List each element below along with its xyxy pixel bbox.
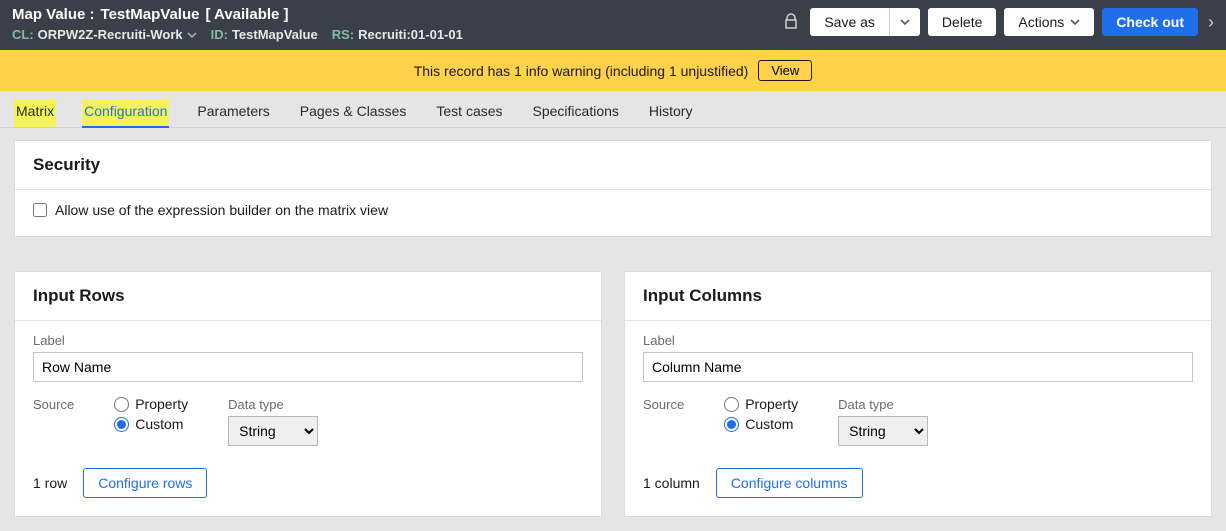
- tab-parameters[interactable]: Parameters: [195, 99, 271, 127]
- security-title: Security: [15, 141, 1211, 190]
- rs-label: RS:: [332, 27, 354, 42]
- cl-label: CL:: [12, 27, 34, 42]
- cols-datatype-select[interactable]: String: [838, 416, 928, 446]
- cols-radio-custom[interactable]: Custom: [724, 416, 798, 432]
- rows-radio-property-input[interactable]: [114, 397, 129, 412]
- rows-label-input[interactable]: [33, 352, 583, 382]
- header-actions: Save as Delete Actions Check out ›: [780, 6, 1214, 36]
- cols-source-row: Source Property Custom Data type: [643, 396, 1193, 446]
- tab-test-cases[interactable]: Test cases: [434, 99, 504, 127]
- cols-datatype-label: Data type: [838, 397, 894, 412]
- tab-configuration[interactable]: Configuration: [82, 99, 169, 127]
- rows-source-radios: Property Custom: [114, 396, 188, 432]
- id-label: ID:: [211, 27, 228, 42]
- tab-history[interactable]: History: [647, 99, 695, 127]
- configure-rows-button[interactable]: Configure rows: [83, 468, 207, 498]
- cl-group[interactable]: CL: ORPW2Z-Recruiti-Work: [12, 27, 197, 42]
- save-as-button[interactable]: Save as: [810, 8, 889, 36]
- header-meta: CL: ORPW2Z-Recruiti-Work ID: TestMapValu…: [12, 27, 780, 42]
- rows-radio-custom-input[interactable]: [114, 417, 129, 432]
- warning-bar: This record has 1 info warning (includin…: [0, 50, 1226, 91]
- warning-view-button[interactable]: View: [758, 60, 812, 81]
- security-checkbox-label: Allow use of the expression builder on t…: [55, 202, 388, 218]
- cols-count: 1 column: [643, 475, 700, 491]
- delete-button[interactable]: Delete: [928, 8, 996, 36]
- actions-label: Actions: [1018, 14, 1064, 30]
- header-title: Map Value : TestMapValue [ Available ]: [12, 6, 780, 23]
- configure-columns-button[interactable]: Configure columns: [716, 468, 863, 498]
- warning-text: This record has 1 info warning (includin…: [414, 63, 749, 79]
- lock-icon: [780, 13, 802, 32]
- rows-radio-custom-label: Custom: [135, 416, 183, 432]
- tab-pages-classes[interactable]: Pages & Classes: [298, 99, 409, 127]
- cols-radio-custom-label: Custom: [745, 416, 793, 432]
- chevron-down-icon: [187, 30, 197, 40]
- rows-radio-property-label: Property: [135, 396, 188, 412]
- rs-group: RS: Recruiti:01-01-01: [332, 27, 463, 42]
- rows-label-field: Label: [33, 333, 583, 382]
- cl-value: ORPW2Z-Recruiti-Work: [38, 27, 183, 42]
- tab-matrix[interactable]: Matrix: [14, 99, 56, 127]
- rows-source-label-col: Source: [33, 396, 74, 412]
- input-rows-title: Input Rows: [15, 272, 601, 321]
- chevron-right-icon[interactable]: ›: [1208, 12, 1214, 33]
- cols-radio-property[interactable]: Property: [724, 396, 798, 412]
- record-status: [ Available ]: [205, 6, 288, 23]
- rows-source-label: Source: [33, 397, 74, 412]
- save-as-caret[interactable]: [889, 8, 920, 36]
- header-bar: Map Value : TestMapValue [ Available ] C…: [0, 0, 1226, 50]
- record-type: Map Value :: [12, 6, 95, 23]
- id-group: ID: TestMapValue: [211, 27, 318, 42]
- checkout-button[interactable]: Check out: [1102, 8, 1198, 36]
- actions-button[interactable]: Actions: [1004, 8, 1094, 36]
- chevron-down-icon: [900, 17, 910, 27]
- chevron-down-icon: [1070, 17, 1080, 27]
- rows-source-row: Source Property Custom Data type: [33, 396, 583, 446]
- cols-footer: 1 column Configure columns: [643, 468, 1193, 498]
- allow-expression-builder-checkbox[interactable]: [33, 203, 47, 217]
- input-columns-title: Input Columns: [625, 272, 1211, 321]
- input-rows-card: Input Rows Label Source Property: [14, 271, 602, 517]
- rs-value: Recruiti:01-01-01: [358, 27, 463, 42]
- cols-source-label: Source: [643, 397, 684, 412]
- security-checkbox-row[interactable]: Allow use of the expression builder on t…: [33, 202, 1193, 218]
- rows-datatype-label: Data type: [228, 397, 284, 412]
- content-area: Security Allow use of the expression bui…: [0, 140, 1226, 531]
- cols-radio-custom-input[interactable]: [724, 417, 739, 432]
- tab-bar: Matrix Configuration Parameters Pages & …: [0, 91, 1226, 128]
- cols-label-label: Label: [643, 333, 1193, 348]
- cols-label-input[interactable]: [643, 352, 1193, 382]
- rows-count: 1 row: [33, 475, 67, 491]
- security-card: Security Allow use of the expression bui…: [14, 140, 1212, 237]
- rows-footer: 1 row Configure rows: [33, 468, 583, 498]
- id-value: TestMapValue: [232, 27, 318, 42]
- rows-radio-property[interactable]: Property: [114, 396, 188, 412]
- inputs-row: Input Rows Label Source Property: [14, 259, 1212, 517]
- rows-datatype-col: Data type String: [228, 396, 318, 446]
- header-left: Map Value : TestMapValue [ Available ] C…: [12, 6, 780, 42]
- tab-specifications[interactable]: Specifications: [531, 99, 621, 127]
- cols-source-radios: Property Custom: [724, 396, 798, 432]
- cols-label-field: Label: [643, 333, 1193, 382]
- cols-radio-property-label: Property: [745, 396, 798, 412]
- cols-source-label-col: Source: [643, 396, 684, 412]
- rows-radio-custom[interactable]: Custom: [114, 416, 188, 432]
- cols-radio-property-input[interactable]: [724, 397, 739, 412]
- input-columns-card: Input Columns Label Source Property: [624, 271, 1212, 517]
- cols-datatype-col: Data type String: [838, 396, 928, 446]
- rows-label-label: Label: [33, 333, 583, 348]
- record-name: TestMapValue: [101, 6, 200, 23]
- rows-datatype-select[interactable]: String: [228, 416, 318, 446]
- save-as-split: Save as: [810, 8, 920, 36]
